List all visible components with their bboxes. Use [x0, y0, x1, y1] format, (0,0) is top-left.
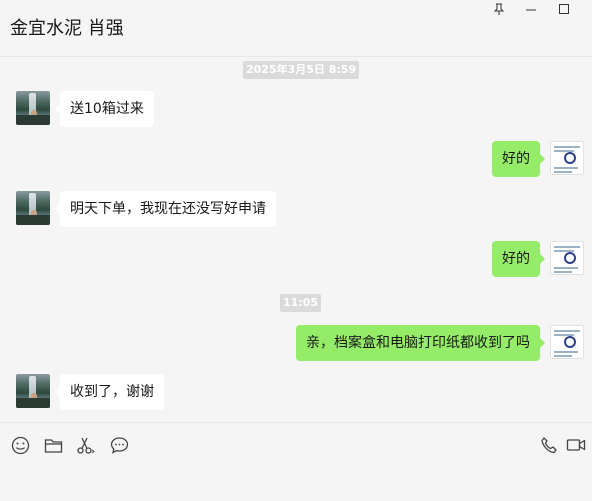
message-bubble-received[interactable]: 明天下单，我现在还没写好申请	[55, 191, 276, 227]
message-bubble-sent[interactable]: 亲，档案盒和电脑打印纸都收到了吗	[296, 325, 545, 361]
emoji-icon[interactable]	[10, 435, 30, 455]
pin-icon[interactable]	[487, 0, 511, 18]
message-bubble-sent[interactable]: 好的	[492, 141, 545, 177]
input-toolbar	[0, 422, 592, 501]
message-bubble-sent[interactable]: 好的	[492, 241, 545, 277]
minimize-icon[interactable]	[519, 0, 543, 18]
chat-header: 金宜水泥 肖强	[0, 0, 592, 57]
scissors-icon[interactable]	[76, 435, 96, 455]
user-avatar[interactable]	[550, 325, 584, 359]
user-avatar[interactable]	[550, 141, 584, 175]
chat-message-area[interactable]: 2025年3月5日 8:59 送10箱过来 好的 明天下单，我现在还没写好申请 …	[0, 58, 592, 422]
chat-bubble-icon[interactable]	[109, 435, 129, 455]
contact-avatar[interactable]	[16, 374, 50, 408]
timestamp: 11:05	[280, 294, 322, 312]
message-bubble-received[interactable]: 收到了，谢谢	[55, 374, 164, 410]
maximize-icon[interactable]	[552, 0, 576, 18]
folder-icon[interactable]	[43, 435, 63, 455]
contact-avatar[interactable]	[16, 191, 50, 225]
user-avatar[interactable]	[550, 241, 584, 275]
chat-title: 金宜水泥 肖强	[10, 18, 124, 39]
contact-avatar[interactable]	[16, 91, 50, 125]
phone-icon[interactable]	[539, 435, 559, 455]
video-call-icon[interactable]	[566, 435, 586, 455]
message-bubble-received[interactable]: 送10箱过来	[55, 91, 154, 127]
timestamp: 2025年3月5日 8:59	[243, 61, 360, 79]
